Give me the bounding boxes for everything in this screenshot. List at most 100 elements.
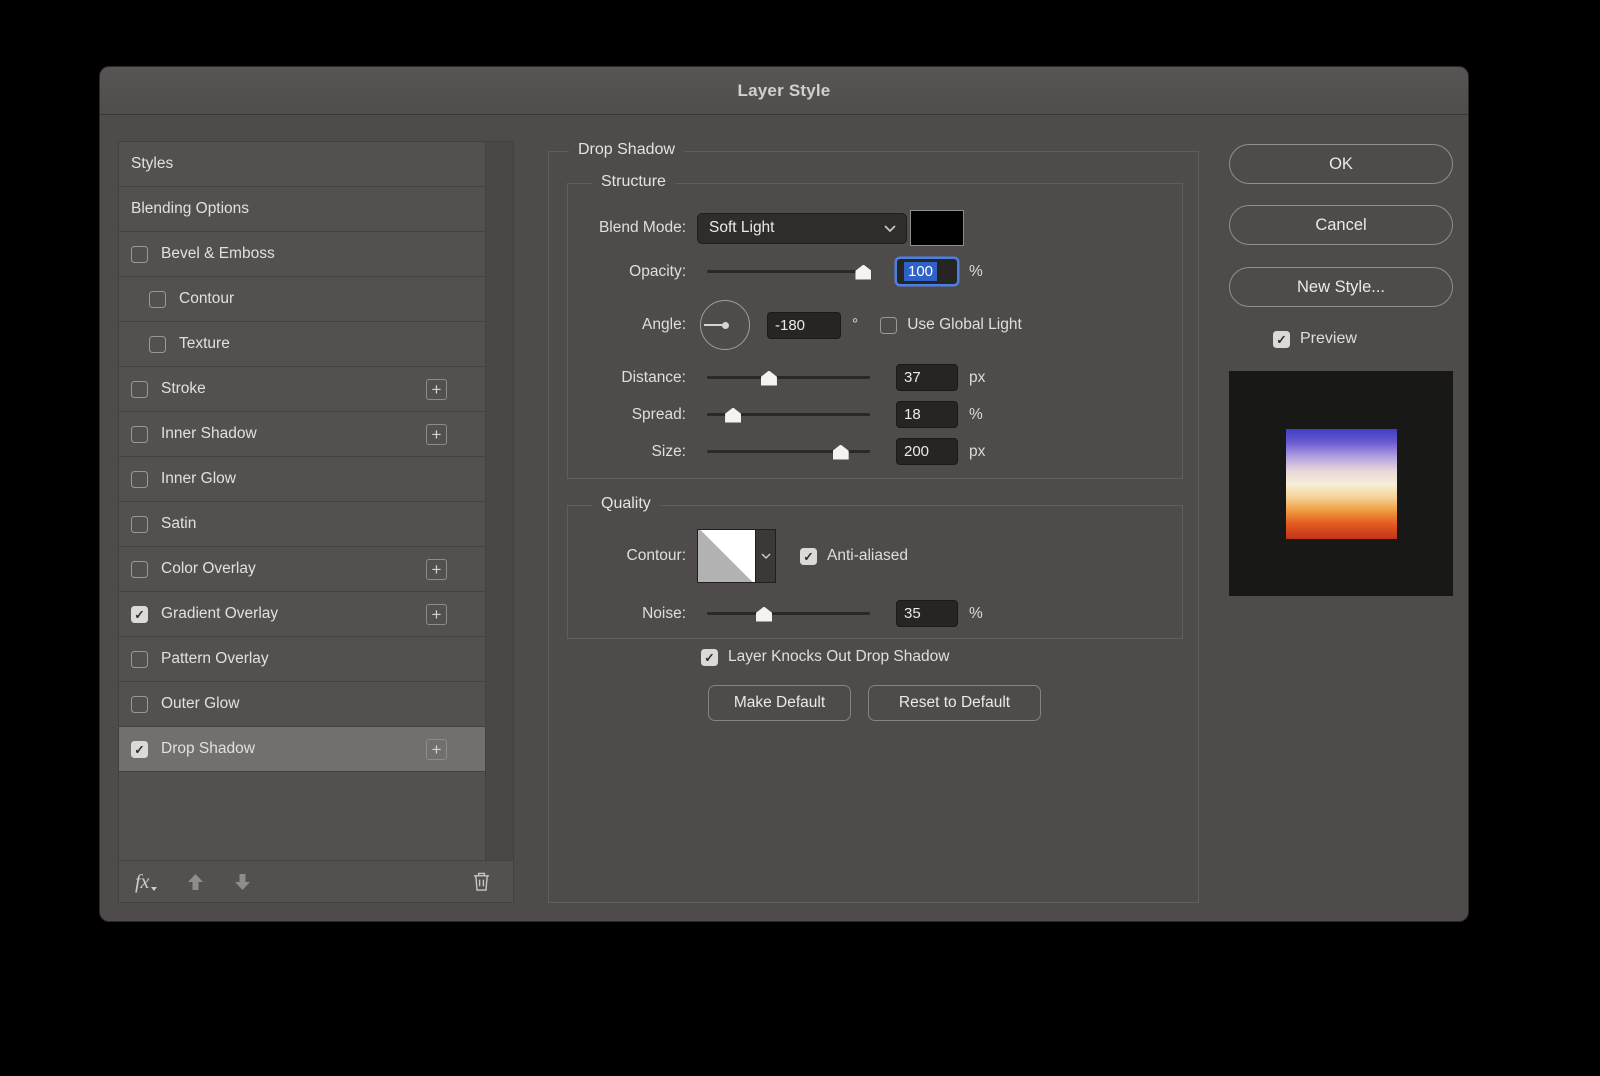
- sidebar-item-label: Color Overlay: [161, 560, 256, 577]
- style-preview-thumbnail: [1229, 371, 1453, 596]
- chevron-down-icon: [884, 224, 896, 232]
- plus-icon: +: [431, 424, 442, 444]
- chevron-down-icon: [760, 553, 771, 559]
- noise-slider[interactable]: [707, 604, 870, 624]
- texture-checkbox[interactable]: [149, 335, 166, 353]
- gradient-overlay-checkbox[interactable]: ✓: [131, 605, 148, 623]
- size-row: Size: 200 px: [568, 438, 1182, 465]
- sidebar-item-inner-shadow[interactable]: Inner Shadow +: [119, 412, 487, 457]
- add-gradient-overlay-instance-button[interactable]: +: [426, 604, 447, 625]
- angle-dial-center-dot: [722, 322, 729, 329]
- stroke-checkbox[interactable]: [131, 380, 148, 398]
- sidebar-item-label: Blending Options: [131, 200, 250, 217]
- contour-thumbnail[interactable]: [698, 530, 755, 582]
- reset-to-default-button[interactable]: Reset to Default: [868, 685, 1041, 721]
- sidebar-item-satin[interactable]: Satin: [119, 502, 487, 547]
- angle-input[interactable]: -180: [767, 311, 841, 339]
- bevel-emboss-checkbox[interactable]: [131, 245, 148, 263]
- delete-effect-button[interactable]: [472, 871, 491, 892]
- preview-checkbox[interactable]: ✓: [1273, 330, 1290, 348]
- inner-shadow-checkbox[interactable]: [131, 425, 148, 443]
- sidebar-item-gradient-overlay[interactable]: ✓ Gradient Overlay +: [119, 592, 487, 637]
- color-overlay-checkbox[interactable]: [131, 560, 148, 578]
- slider-thumb[interactable]: [725, 407, 742, 423]
- opacity-input[interactable]: 100: [896, 258, 958, 285]
- move-effect-up-button[interactable]: [187, 873, 204, 891]
- blend-mode-select[interactable]: Soft Light: [697, 212, 907, 244]
- size-unit: px: [969, 442, 986, 460]
- cancel-button[interactable]: Cancel: [1229, 205, 1453, 245]
- sidebar-item-label: Stroke: [161, 380, 206, 397]
- distance-input[interactable]: 37: [896, 364, 958, 391]
- blend-mode-label: Blend Mode:: [598, 219, 686, 236]
- inner-glow-checkbox[interactable]: [131, 470, 148, 488]
- slider-thumb[interactable]: [855, 264, 872, 280]
- sidebar-item-bevel-emboss[interactable]: Bevel & Emboss: [119, 232, 487, 277]
- layer-style-dialog: Layer Style Styles Blending Options Beve…: [99, 66, 1469, 922]
- noise-input[interactable]: 35: [896, 600, 958, 627]
- angle-label: Angle:: [642, 316, 686, 333]
- spread-label: Spread:: [631, 405, 686, 423]
- use-global-light-checkbox[interactable]: [880, 316, 898, 334]
- angle-value: -180: [775, 316, 806, 334]
- contour-dropdown-button[interactable]: [755, 530, 775, 582]
- move-effect-down-button[interactable]: [234, 873, 251, 891]
- drop-shadow-checkbox[interactable]: ✓: [131, 740, 148, 758]
- sidebar-item-outer-glow[interactable]: Outer Glow: [119, 682, 487, 727]
- new-style-button[interactable]: New Style...: [1229, 267, 1453, 307]
- pattern-overlay-checkbox[interactable]: [131, 650, 148, 668]
- shadow-color-swatch[interactable]: [910, 210, 964, 246]
- add-inner-shadow-instance-button[interactable]: +: [426, 424, 447, 445]
- sidebar-footer: fx: [119, 860, 513, 902]
- sidebar-item-stroke[interactable]: Stroke +: [119, 367, 487, 412]
- sidebar-item-blending-options[interactable]: Blending Options: [119, 187, 487, 232]
- panel-title: Drop Shadow: [569, 141, 684, 159]
- styles-list: Styles Blending Options Bevel & Emboss C…: [119, 142, 513, 861]
- noise-unit: %: [969, 604, 983, 622]
- slider-thumb[interactable]: [760, 370, 777, 386]
- sidebar-item-pattern-overlay[interactable]: Pattern Overlay: [119, 637, 487, 682]
- spread-value: 18: [904, 406, 921, 423]
- spread-input[interactable]: 18: [896, 401, 958, 428]
- sidebar-item-drop-shadow[interactable]: ✓ Drop Shadow +: [119, 727, 487, 772]
- distance-slider[interactable]: [707, 368, 870, 388]
- fx-menu-button[interactable]: fx: [135, 872, 158, 892]
- layer-knocks-out-checkbox[interactable]: ✓: [701, 648, 718, 666]
- opacity-label: Opacity:: [629, 262, 686, 280]
- make-default-button[interactable]: Make Default: [708, 685, 851, 721]
- size-input[interactable]: 200: [896, 438, 958, 465]
- plus-icon: +: [431, 379, 442, 399]
- plus-icon: +: [431, 739, 442, 759]
- sidebar-item-inner-glow[interactable]: Inner Glow: [119, 457, 487, 502]
- contour-checkbox[interactable]: [149, 290, 166, 308]
- sidebar-item-label: Drop Shadow: [161, 740, 255, 757]
- sidebar-item-styles[interactable]: Styles: [119, 142, 487, 187]
- sidebar-item-label: Inner Glow: [161, 470, 236, 487]
- anti-aliased-checkbox[interactable]: ✓: [800, 547, 817, 565]
- slider-thumb[interactable]: [832, 444, 849, 460]
- distance-unit: px: [969, 368, 986, 386]
- sidebar-item-label: Bevel & Emboss: [161, 245, 275, 262]
- slider-thumb[interactable]: [756, 606, 773, 622]
- opacity-slider[interactable]: [707, 262, 872, 282]
- outer-glow-checkbox[interactable]: [131, 695, 148, 713]
- opacity-row: Opacity: 100 %: [568, 258, 1182, 285]
- sidebar-item-label: Pattern Overlay: [161, 650, 269, 667]
- sidebar-item-color-overlay[interactable]: Color Overlay +: [119, 547, 487, 592]
- add-stroke-instance-button[interactable]: +: [426, 379, 447, 400]
- opacity-unit: %: [969, 262, 983, 280]
- add-drop-shadow-instance-button[interactable]: +: [426, 739, 447, 760]
- spread-unit: %: [969, 405, 983, 423]
- ok-button[interactable]: OK: [1229, 144, 1453, 184]
- sidebar-item-contour[interactable]: Contour: [119, 277, 487, 322]
- size-slider[interactable]: [707, 442, 870, 462]
- sidebar-item-texture[interactable]: Texture: [119, 322, 487, 367]
- angle-row: Angle: -180 ° Use Global Light: [568, 299, 1182, 351]
- add-color-overlay-instance-button[interactable]: +: [426, 559, 447, 580]
- angle-dial[interactable]: [700, 300, 750, 350]
- satin-checkbox[interactable]: [131, 515, 148, 533]
- spread-slider[interactable]: [707, 405, 870, 425]
- spread-row: Spread: 18 %: [568, 401, 1182, 428]
- dialog-titlebar[interactable]: Layer Style: [100, 67, 1468, 115]
- contour-picker[interactable]: [697, 529, 776, 583]
